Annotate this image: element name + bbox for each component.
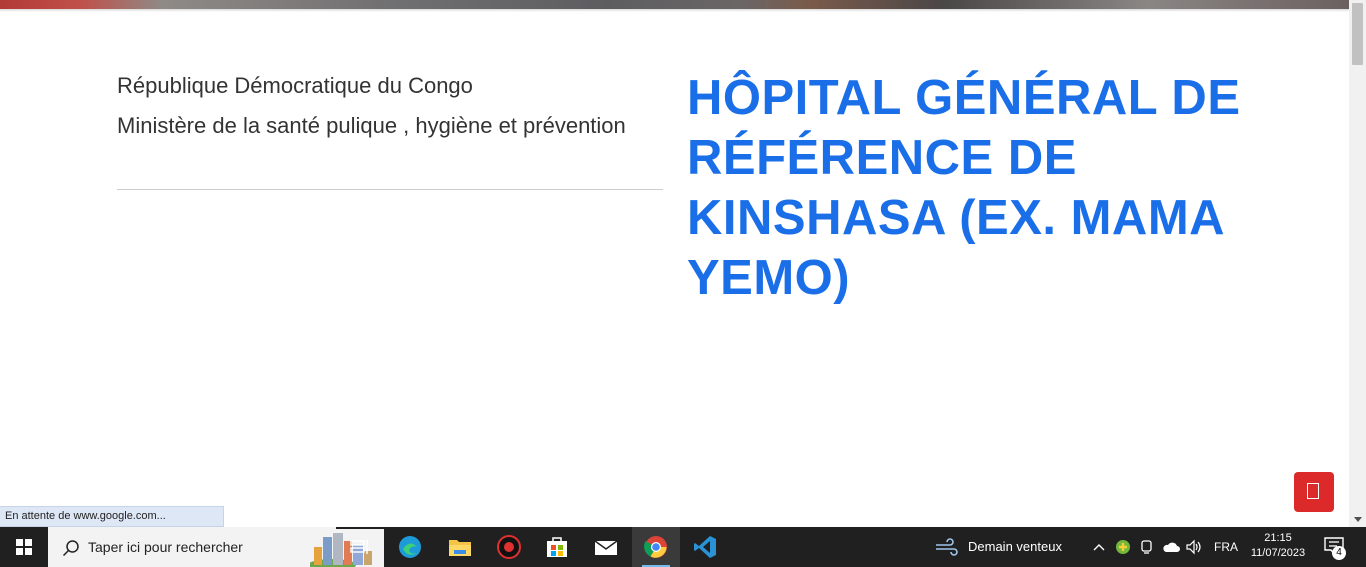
vertical-scrollbar[interactable] [1349, 0, 1366, 527]
file-explorer-button[interactable] [436, 527, 484, 567]
input-language[interactable]: FRA [1214, 540, 1238, 554]
hero-shadow [0, 9, 1349, 12]
header-right: HÔPITAL GÉNÉRAL DE RÉFÉRENCE DE KINSHASA… [687, 68, 1287, 308]
mail-button[interactable] [582, 527, 630, 567]
store-icon [547, 537, 567, 557]
taskbar-search[interactable]: Taper ici pour rechercher [48, 527, 384, 567]
chrome-icon [644, 536, 667, 558]
notification-count-badge: 4 [1332, 546, 1346, 560]
onedrive-cloud-icon[interactable] [1162, 541, 1180, 553]
edge-icon [399, 536, 421, 558]
edge-button[interactable] [386, 527, 434, 567]
chevron-up-icon[interactable] [1093, 542, 1105, 552]
header-left: République Démocratique du Congo Ministè… [117, 70, 663, 141]
app-red-icon [497, 535, 521, 559]
scrollbar-thumb[interactable] [1352, 3, 1363, 65]
search-icon [62, 540, 79, 557]
hospital-title: HÔPITAL GÉNÉRAL DE RÉFÉRENCE DE KINSHASA… [687, 71, 1241, 305]
red-app-button[interactable] [485, 527, 533, 567]
start-button[interactable] [0, 527, 48, 567]
mail-icon [594, 540, 618, 555]
notification-center-button[interactable]: 4 [1324, 537, 1346, 560]
windows-taskbar: Taper ici pour rechercher Demain venteux… [0, 527, 1366, 567]
clock[interactable]: 21:15 11/07/2023 [1246, 531, 1310, 561]
task-view-button[interactable] [336, 527, 384, 567]
meet-now-icon[interactable] [1140, 539, 1154, 555]
vscode-button[interactable] [681, 527, 729, 567]
search-placeholder: Taper ici pour rechercher [88, 539, 243, 555]
clock-time: 21:15 [1264, 532, 1292, 544]
green-app-tray-icon[interactable] [1115, 539, 1131, 555]
hero-image-strip [0, 0, 1349, 9]
scroll-down-arrow-icon[interactable] [1354, 517, 1362, 522]
store-button[interactable] [533, 527, 581, 567]
browser-status-bar: En attente de www.google.com... [0, 506, 224, 527]
square-icon [1307, 483, 1319, 499]
clock-date: 11/07/2023 [1250, 547, 1306, 559]
ministry-name: Ministère de la santé pulique , hygiène … [117, 113, 626, 138]
volume-icon[interactable] [1185, 539, 1203, 555]
wind-icon [936, 538, 958, 556]
file-explorer-icon [449, 540, 471, 556]
floating-action-button[interactable] [1294, 472, 1334, 512]
country-name: République Démocratique du Congo [117, 73, 473, 98]
windows-logo-icon [16, 539, 32, 555]
task-view-icon [350, 540, 368, 554]
chrome-button[interactable] [632, 527, 680, 567]
vscode-icon [694, 536, 716, 558]
weather-text: Demain venteux [968, 539, 1062, 554]
header-divider [117, 189, 663, 190]
